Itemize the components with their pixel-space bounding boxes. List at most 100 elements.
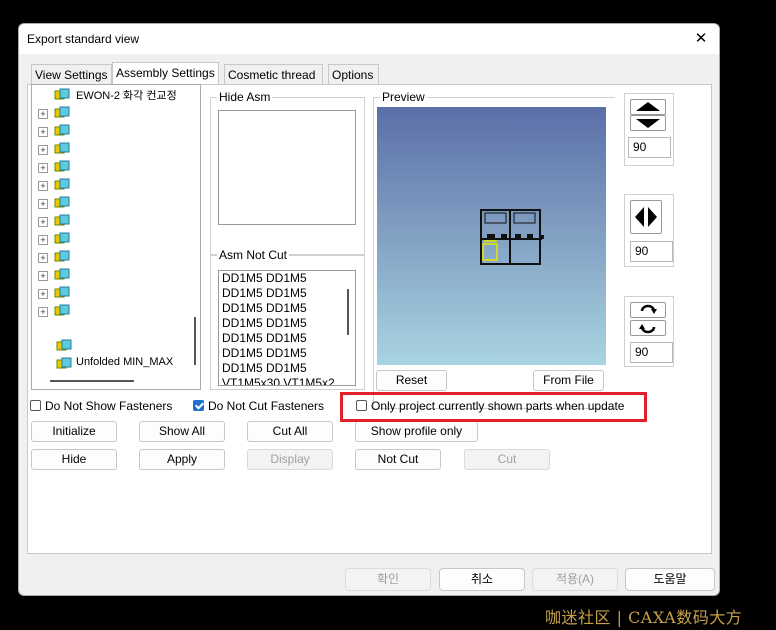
expand-icon[interactable]: + [38,217,48,227]
part-icon [54,214,70,228]
part-icon [54,250,70,264]
assembly-tree[interactable]: EWON-2 화각 컨교정 +트+별+스+스+스+스+스+스+스+스+고+ Un… [31,84,201,390]
checkbox-label: Do Not Cut Fasteners [208,399,325,413]
part-icon [54,268,70,282]
part-icon [56,339,72,353]
tree-item[interactable]: EWON-2 화각 컨교정 [32,86,192,104]
rotate-up-button[interactable] [630,99,666,115]
triangle-down-icon [636,119,660,128]
part-icon [56,357,72,371]
close-icon[interactable]: ✕ [689,27,713,51]
expand-icon[interactable]: + [38,289,48,299]
triangle-up-icon [636,102,660,111]
rotate-cw-icon [640,304,657,314]
cut-button[interactable]: Cut [464,449,550,470]
apply-button[interactable]: Apply [139,449,225,470]
title-bar: Export standard view ✕ [19,24,719,54]
part-icon [54,232,70,246]
part-icon [54,286,70,300]
expand-icon[interactable]: + [38,127,48,137]
part-icon [54,142,70,156]
list-item[interactable]: DD1M5 DD1M5 [219,331,355,346]
expand-icon[interactable]: + [38,253,48,263]
checkbox-box[interactable] [193,400,204,411]
expand-icon[interactable]: + [38,307,48,317]
list-item[interactable]: DD1M5 DD1M5 [219,271,355,286]
reset-button[interactable]: Reset [376,370,447,391]
asm-not-cut-group: Asm Not Cut DD1M5 DD1M5 DD1M5 DD1M5 DD1M5 … [210,248,365,390]
asm-not-cut-scrollbar[interactable] [347,289,349,335]
from-file-button[interactable]: From File [533,370,604,391]
rotate-down-button[interactable] [630,115,666,131]
part-icon [54,196,70,210]
tab-assembly-settings[interactable]: Assembly Settings [112,62,219,85]
hide-button[interactable]: Hide [31,449,117,470]
help-button[interactable]: 도움말 [625,568,715,591]
expand-icon[interactable]: + [38,235,48,245]
vertical-rotation-group: 90 [624,93,674,166]
tree-vertical-scrollbar[interactable] [194,317,196,365]
show-all-button[interactable]: Show All [139,421,225,442]
part-icon [54,304,70,318]
hide-asm-list[interactable] [218,110,356,225]
expand-icon[interactable]: + [38,199,48,209]
rotate-ccw-icon [639,324,656,334]
export-standard-view-dialog: Export standard view ✕ View Settings Ass… [18,23,720,596]
preview-label: Preview [380,90,427,104]
horizontal-rotation-group: 90 [624,194,674,267]
hide-asm-label: Hide Asm [217,90,273,104]
list-item[interactable]: VT1M5x30 VT1M5x2 [219,376,355,385]
assembly-settings-panel: EWON-2 화각 컨교정 +트+별+스+스+스+스+스+스+스+스+고+ Un… [27,84,712,554]
list-item[interactable]: DD1M5 DD1M5 [219,361,355,376]
cut-all-button[interactable]: Cut All [247,421,333,442]
annotation-highlight-box [340,392,647,422]
part-icon [54,160,70,174]
rotate-angle-field[interactable]: 90 [630,342,673,363]
expand-icon[interactable]: + [38,145,48,155]
initialize-button[interactable]: Initialize [31,421,117,442]
tab-cosmetic-thread[interactable]: Cosmetic thread [224,64,323,84]
display-button[interactable]: Display [247,449,333,470]
tree-item[interactable] [32,337,192,355]
show-profile-only-button[interactable]: Show profile only [355,421,478,442]
cancel-button[interactable]: 취소 [439,568,525,591]
list-item[interactable]: DD1M5 DD1M5 [219,346,355,361]
tab-view-settings[interactable]: View Settings [31,64,112,84]
list-item[interactable]: DD1M5 DD1M5 [219,316,355,331]
asm-not-cut-label: Asm Not Cut [217,248,290,262]
list-item[interactable]: DD1M5 DD1M5 [219,301,355,316]
watermark-text: 咖迷社区 | CAXA数码大方 [545,608,743,627]
expand-icon[interactable]: + [38,271,48,281]
ok-button[interactable]: 확인 [345,568,431,591]
tree-redaction [76,107,179,375]
expand-icon[interactable]: + [38,181,48,191]
dialog-title: Export standard view [27,32,140,46]
tree-item-label: EWON-2 화각 컨교정 [76,90,177,102]
triangle-left-right-icon [635,207,657,227]
spin-rotation-group: 90 [624,296,674,367]
tree-item[interactable]: Unfolded MIN_MAX [32,355,192,373]
asm-not-cut-list[interactable]: DD1M5 DD1M5 DD1M5 DD1M5 DD1M5 DD1M5 DD1M5 D… [218,270,356,386]
horizontal-angle-field[interactable]: 90 [630,241,673,262]
checkbox-label: Do Not Show Fasteners [45,399,173,413]
tab-options[interactable]: Options [328,64,379,84]
model-preview-drawing [480,209,544,265]
not-cut-button[interactable]: Not Cut [355,449,441,470]
hide-asm-group: Hide Asm [210,90,365,255]
part-icon [54,88,70,102]
part-icon [54,106,70,120]
rotate-left-right-button[interactable] [630,200,662,234]
apply-footer-button[interactable]: 적용(A) [532,568,618,591]
rotate-clockwise-button[interactable] [630,302,666,318]
preview-viewport[interactable] [377,107,606,365]
checkbox-box[interactable] [30,400,41,411]
list-item[interactable]: DD1M5 DD1M5 [219,286,355,301]
expand-icon[interactable]: + [38,109,48,119]
part-icon [54,178,70,192]
rotate-counterclockwise-button[interactable] [630,320,666,336]
expand-icon[interactable]: + [38,163,48,173]
vertical-angle-field[interactable]: 90 [628,137,671,158]
part-icon [54,124,70,138]
tree-horizontal-scrollbar[interactable] [50,380,134,382]
tree-item-label: Unfolded MIN_MAX [76,356,174,368]
